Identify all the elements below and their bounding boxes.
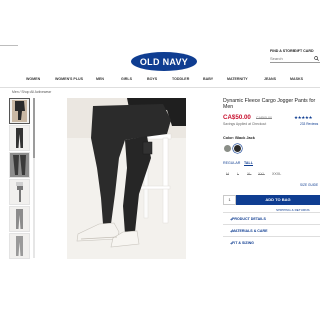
size-option-xxl[interactable]: XXL <box>258 172 265 176</box>
gift-card-link[interactable]: GIFT CARD <box>294 49 314 53</box>
quantity-value: 1 <box>228 198 231 202</box>
category-nav: WOMEN WOMEN'S PLUS MEN GIRLS BOYS TODDLE… <box>0 72 320 88</box>
thumbnail-4[interactable] <box>9 179 30 205</box>
nav-men[interactable]: MEN <box>96 77 104 81</box>
model-photo <box>67 98 186 259</box>
fit-tall-tab[interactable]: TALL <box>244 161 253 166</box>
accordion-fit-sizing[interactable]: + FIT & SIZING <box>223 236 320 249</box>
search-input[interactable] <box>270 55 312 62</box>
reviews-link[interactable]: 233 Reviews <box>300 122 318 126</box>
nav-boys[interactable]: BOYS <box>147 77 157 81</box>
find-store-link[interactable]: FIND A STORE <box>270 49 295 53</box>
color-swatch-black[interactable] <box>234 145 241 152</box>
nav-womens-plus[interactable]: WOMEN'S PLUS <box>55 77 83 81</box>
add-to-bag-button[interactable]: ADD TO BAG <box>236 195 320 205</box>
search-icon[interactable] <box>314 56 319 61</box>
sale-price: CA$50.00 <box>223 114 251 121</box>
size-option-l[interactable]: L <box>237 172 239 176</box>
product-title: Dynamic Fleece Cargo Jogger Pants for Me… <box>223 98 316 111</box>
top-divider <box>0 45 18 46</box>
old-navy-logo[interactable]: OLD NAVY <box>131 52 197 71</box>
rating-stars-icon[interactable]: ★★★★★ <box>294 115 313 121</box>
nav-girls[interactable]: GIRLS <box>121 77 132 81</box>
savings-note: Savings Applied at Checkout <box>223 122 267 126</box>
product-main-image[interactable] <box>67 98 186 259</box>
color-label: Color: Black Jack <box>223 136 255 140</box>
thumbnail-3[interactable] <box>9 152 30 178</box>
thumbnail-5[interactable] <box>9 206 30 232</box>
accordion-label: PRODUCT DETAILS <box>232 217 266 221</box>
nav-masks[interactable]: MASKS <box>290 77 303 81</box>
accordion-label: MATERIALS & CARE <box>232 229 268 233</box>
fit-regular-tab[interactable]: REGULAR <box>223 161 240 165</box>
thumbnail-6[interactable] <box>9 233 30 259</box>
thumbnail-scroll-thumb[interactable] <box>33 98 35 158</box>
nav-toddler[interactable]: TODDLER <box>172 77 189 81</box>
breadcrumb[interactable]: Men / Shop All Activewear <box>12 90 51 94</box>
size-option-m[interactable]: M <box>226 172 229 176</box>
accordion-label: FIT & SIZING <box>232 241 254 245</box>
quantity-select[interactable]: 1 <box>223 195 236 205</box>
size-option-xxxl[interactable]: XXXL <box>272 172 281 176</box>
thumbnail-1[interactable] <box>9 98 30 124</box>
size-option-xl[interactable]: XL <box>247 172 251 176</box>
nav-baby[interactable]: BABY <box>203 77 213 81</box>
nav-jeans[interactable]: JEANS <box>264 77 276 81</box>
search-box[interactable] <box>270 55 320 63</box>
nav-maternity[interactable]: MATERNITY <box>227 77 248 81</box>
original-price: CA$65.00 <box>256 116 272 120</box>
nav-women[interactable]: WOMEN <box>26 77 40 81</box>
color-swatch-gray[interactable] <box>224 145 231 152</box>
size-guide-link[interactable]: SIZE GUIDE <box>300 183 318 187</box>
thumbnail-2[interactable] <box>9 125 30 151</box>
logo-text: OLD NAVY <box>139 56 189 67</box>
